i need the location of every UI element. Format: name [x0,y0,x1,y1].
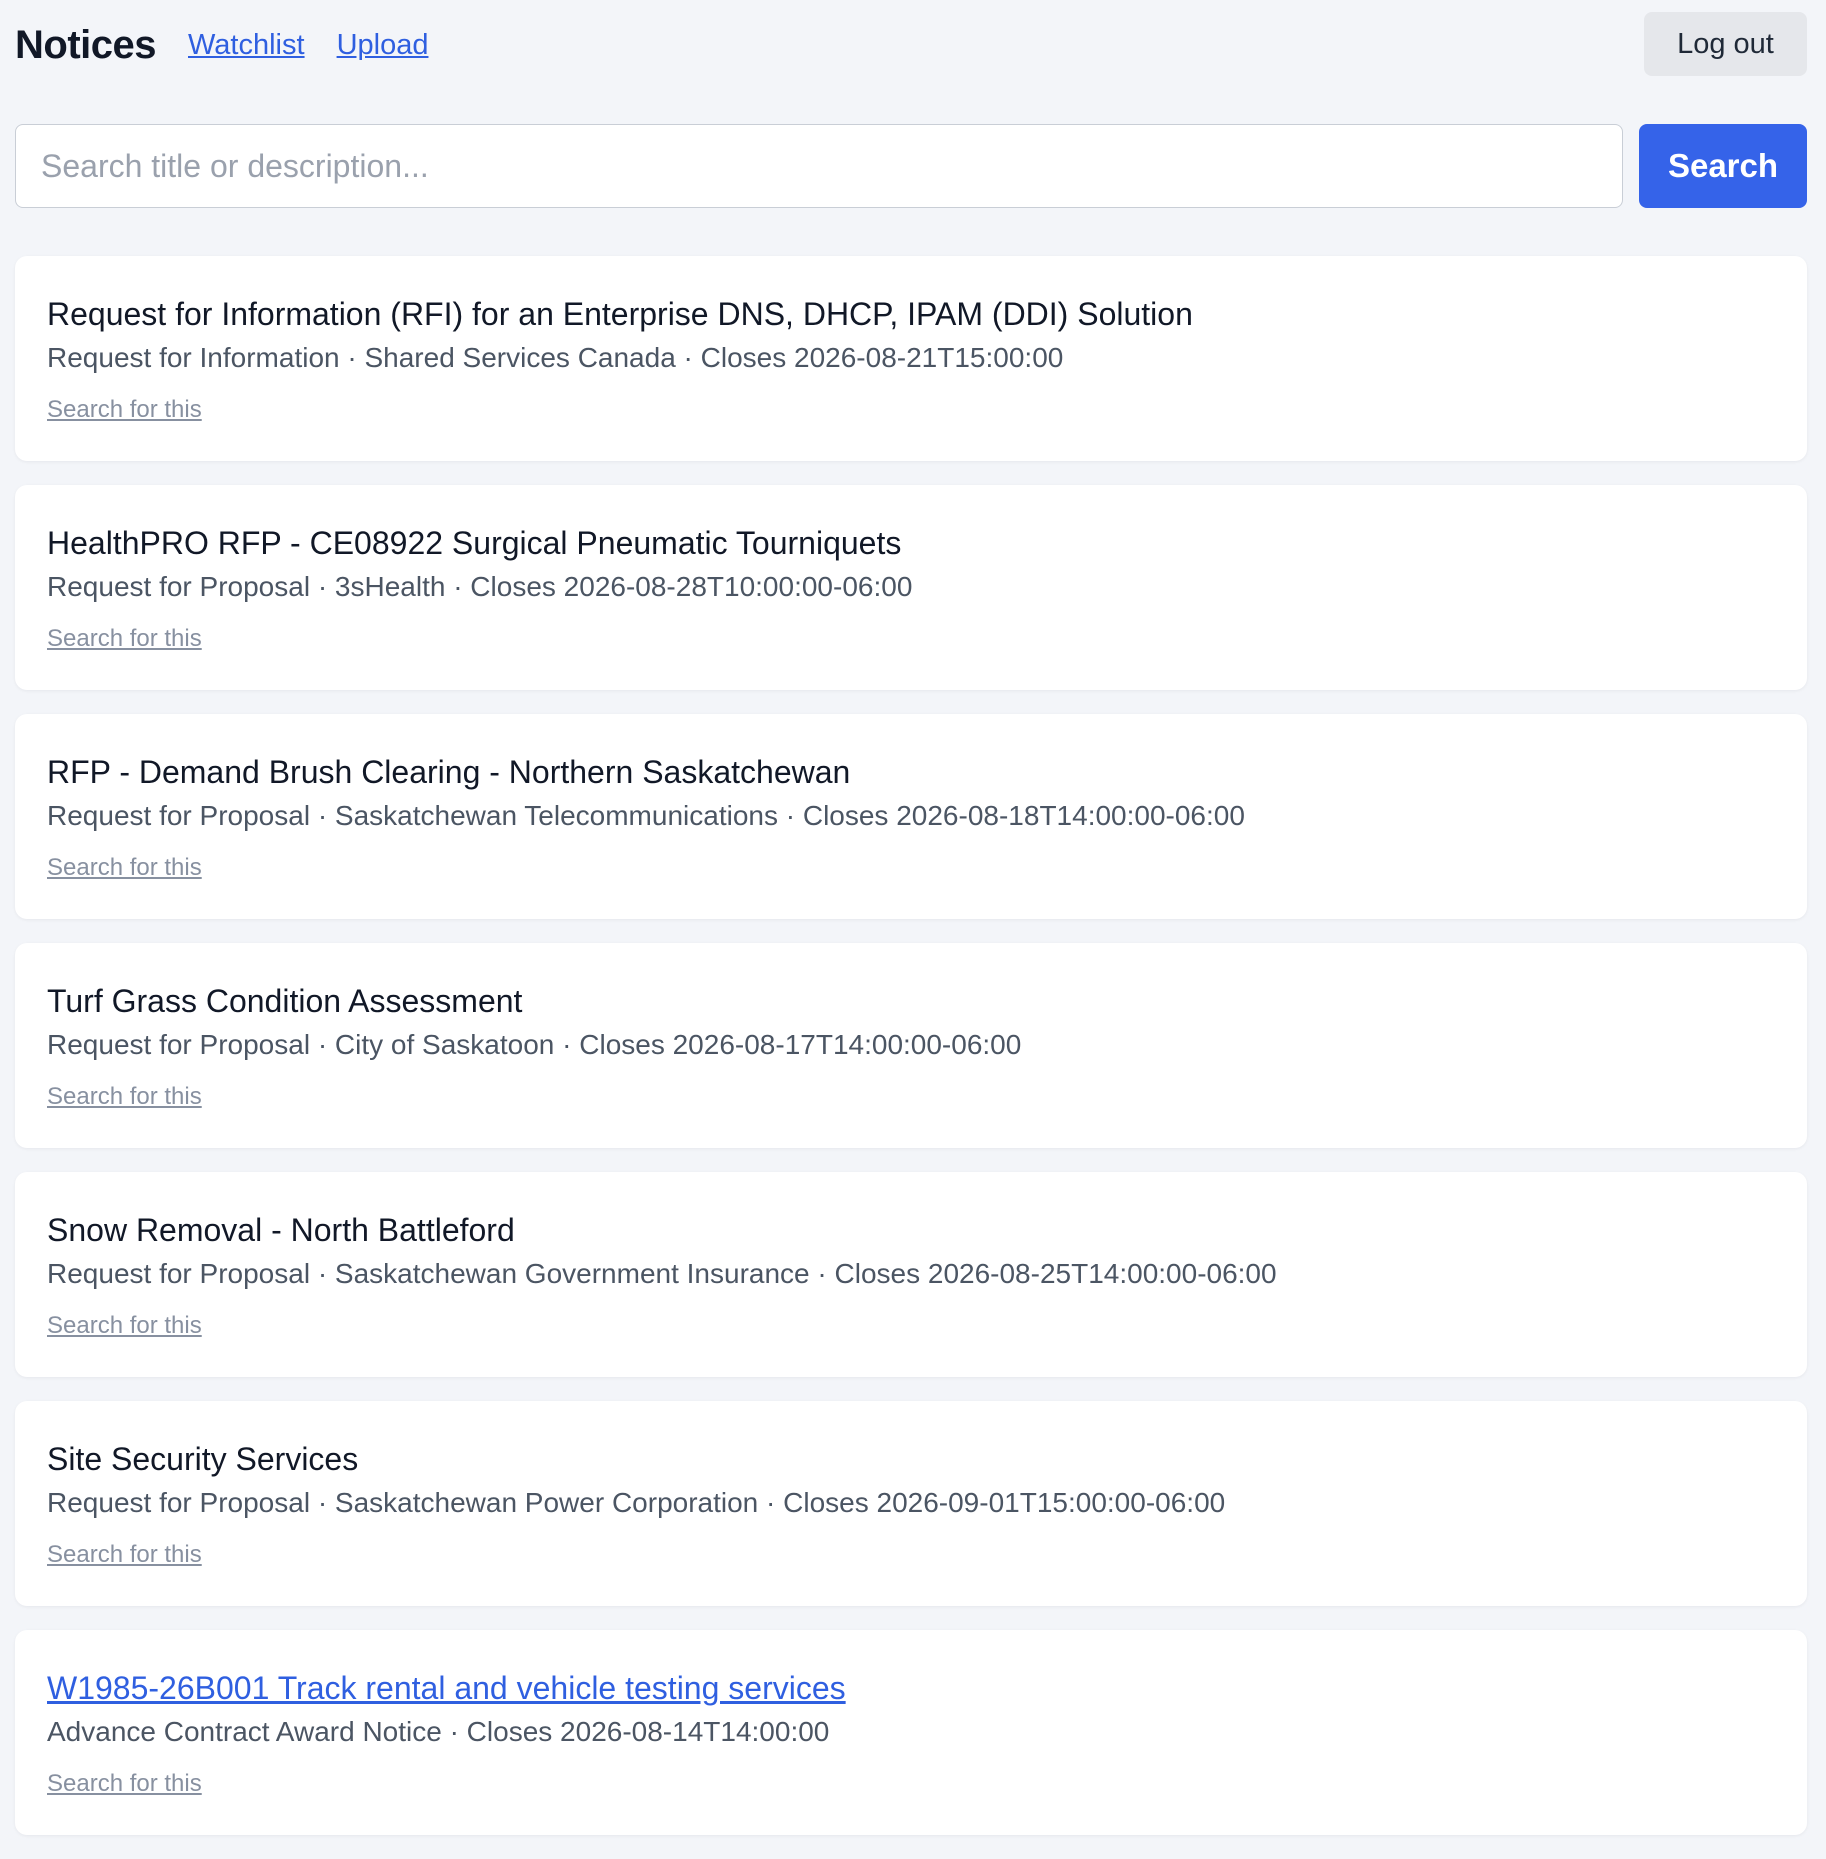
notice-meta: Advance Contract Award Notice · Closes 2… [47,1716,830,1747]
notice-meta: Request for Information · Shared Service… [47,342,1064,373]
notice-meta: Request for Proposal · Saskatchewan Powe… [47,1487,1226,1518]
search-for-this-link[interactable]: Search for this [47,854,202,882]
top-bar: Notices Watchlist Upload Log out [15,12,1807,78]
notice-title: Request for Information (RFI) for an Ent… [47,296,1193,332]
page-title: Notices [15,22,157,67]
notice-card: Snow Removal - North Battleford Request … [15,1172,1807,1377]
notice-card: RFP - Demand Brush Clearing - Northern S… [15,714,1807,919]
nav-link-upload[interactable]: Upload [337,29,429,62]
notice-meta: Request for Proposal · City of Saskatoon… [47,1029,1022,1060]
search-for-this-link[interactable]: Search for this [47,625,202,653]
search-for-this-link[interactable]: Search for this [47,396,202,424]
search-bar: Search [15,124,1807,208]
notice-list: Request for Information (RFI) for an Ent… [15,256,1807,1859]
search-for-this-link[interactable]: Search for this [47,1083,202,1111]
notice-title: Site Security Services [47,1441,359,1477]
notice-card: Request for Information (RFI) for an Ent… [15,256,1807,461]
notice-meta: Request for Proposal · Saskatchewan Tele… [47,800,1245,831]
nav-link-watchlist[interactable]: Watchlist [188,29,305,62]
search-for-this-link[interactable]: Search for this [47,1770,202,1798]
notice-title: Turf Grass Condition Assessment [47,983,523,1019]
logout-button[interactable]: Log out [1644,12,1807,76]
search-for-this-link[interactable]: Search for this [47,1541,202,1569]
search-for-this-link[interactable]: Search for this [47,1312,202,1340]
search-button[interactable]: Search [1639,124,1807,208]
notice-title: HealthPRO RFP - CE08922 Surgical Pneumat… [47,525,902,561]
notice-title: RFP - Demand Brush Clearing - Northern S… [47,754,851,790]
notice-card: Site Security Services Request for Propo… [15,1401,1807,1606]
notice-card: HealthPRO RFP - CE08922 Surgical Pneumat… [15,485,1807,690]
notice-card: Turf Grass Condition Assessment Request … [15,943,1807,1148]
notice-meta: Request for Proposal · Saskatchewan Gove… [47,1258,1277,1289]
search-input[interactable] [15,124,1623,208]
notice-title-link[interactable]: W1985-26B001 Track rental and vehicle te… [47,1668,846,1708]
notice-meta: Request for Proposal · 3sHealth · Closes… [47,571,913,602]
notice-title: Snow Removal - North Battleford [47,1212,515,1248]
notice-card: W1985-26B001 Track rental and vehicle te… [15,1630,1807,1835]
